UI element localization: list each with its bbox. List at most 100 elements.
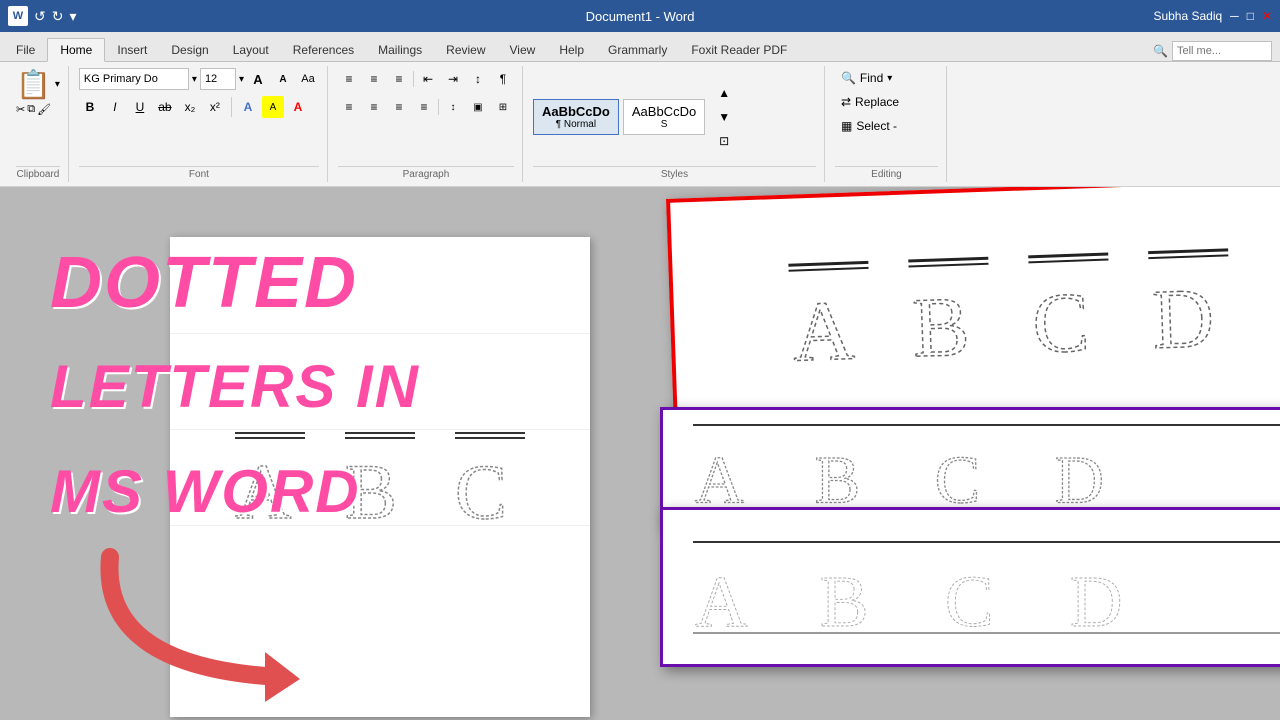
- top-B-svg: B: [909, 269, 992, 362]
- svg-text:D: D: [1055, 441, 1104, 504]
- increase-font-button[interactable]: A: [247, 68, 269, 90]
- find-dropdown-icon[interactable]: ▾: [887, 73, 892, 84]
- tell-me-input[interactable]: [1172, 41, 1272, 61]
- tab-references[interactable]: References: [281, 39, 366, 61]
- top-letter-D: D: [1148, 248, 1232, 353]
- main-content: A B: [0, 187, 1280, 720]
- mid-A-svg: A: [693, 434, 763, 504]
- font-color-button[interactable]: A: [287, 96, 309, 118]
- top-A-lines: [788, 261, 868, 272]
- clear-format-button[interactable]: Aa: [297, 68, 319, 90]
- svg-text:A: A: [235, 448, 291, 523]
- subscript-button[interactable]: x₂: [179, 96, 201, 118]
- top-D-line1: [1148, 248, 1228, 253]
- style-no-spacing[interactable]: AaBbCcDo S: [623, 99, 705, 135]
- top-line-C-1: [455, 432, 525, 434]
- letter-C-lines: [455, 432, 525, 439]
- svg-text:C: C: [455, 448, 507, 523]
- increase-indent-button[interactable]: ⇥: [442, 68, 464, 90]
- tab-foxit[interactable]: Foxit Reader PDF: [679, 39, 799, 61]
- tab-file[interactable]: File: [4, 39, 47, 61]
- borders-button[interactable]: ⊞: [492, 96, 514, 118]
- search-icon[interactable]: 🔍: [1153, 44, 1168, 58]
- styles-scroll-down[interactable]: ▼: [713, 106, 735, 128]
- font-size-dropdown-icon[interactable]: ▾: [239, 74, 244, 85]
- top-letter-C: C: [1028, 253, 1112, 358]
- copy-button[interactable]: ⧉: [27, 103, 35, 116]
- styles-group: AaBbCcDo ¶ Normal AaBbCcDo S ▲ ▼ ⊡ Sty: [525, 66, 825, 182]
- align-right-button[interactable]: ≡: [388, 96, 410, 118]
- bottom-content: A B C D: [663, 526, 1280, 649]
- bullets-button[interactable]: ≡: [338, 68, 360, 90]
- tab-home[interactable]: Home: [47, 38, 105, 62]
- close-button[interactable]: ✕: [1262, 9, 1272, 23]
- underline-button[interactable]: U: [129, 96, 151, 118]
- replace-button[interactable]: ⇄ Replace: [835, 92, 905, 112]
- tab-review[interactable]: Review: [434, 39, 497, 61]
- shading-button[interactable]: ▣: [467, 96, 489, 118]
- top-line-A-1: [235, 432, 305, 434]
- letter-B-container: B: [340, 432, 420, 523]
- bottom-letters: A B C D: [693, 553, 1280, 628]
- strikethrough-button[interactable]: ab: [154, 96, 176, 118]
- title-bar: W ↺ ↻ ▾ Document1 - Word Subha Sadiq ─ □…: [0, 0, 1280, 32]
- clipboard-group: 📋 ▾ ✂ ⧉ 🖌 Clipboard: [8, 66, 69, 182]
- redo-icon[interactable]: ↻: [52, 8, 64, 25]
- tab-view[interactable]: View: [498, 39, 548, 61]
- justify-button[interactable]: ≡: [413, 96, 435, 118]
- para-divider2: [438, 99, 439, 115]
- decrease-font-button[interactable]: A: [272, 68, 294, 90]
- find-label: Find: [860, 71, 883, 85]
- align-center-button[interactable]: ≡: [363, 96, 385, 118]
- show-hide-button[interactable]: ¶: [492, 68, 514, 90]
- font-name-input[interactable]: [79, 68, 189, 90]
- styles-more[interactable]: ⊡: [713, 130, 735, 152]
- tab-mailings[interactable]: Mailings: [366, 39, 434, 61]
- styles-scroll-up[interactable]: ▲: [713, 82, 735, 104]
- sort-button[interactable]: ↕: [467, 68, 489, 90]
- tab-grammarly[interactable]: Grammarly: [596, 39, 679, 61]
- superscript-button[interactable]: x²: [204, 96, 226, 118]
- text-effect-button[interactable]: A: [237, 96, 259, 118]
- mid-line1: [693, 424, 1280, 426]
- letter-A-container: A: [230, 432, 310, 523]
- clipboard-label: Clipboard: [16, 166, 60, 180]
- cut-button[interactable]: ✂: [16, 103, 25, 116]
- minimize-button[interactable]: ─: [1230, 9, 1239, 23]
- bottom-line1: [693, 541, 1280, 543]
- find-button[interactable]: 🔍 Find ▾: [835, 68, 898, 88]
- quick-access-dropdown[interactable]: ▾: [69, 8, 76, 25]
- decrease-indent-button[interactable]: ⇤: [417, 68, 439, 90]
- svg-text:A: A: [791, 283, 856, 365]
- italic-button[interactable]: I: [104, 96, 126, 118]
- svg-text:B: B: [815, 441, 861, 504]
- align-left-button[interactable]: ≡: [338, 96, 360, 118]
- font-name-dropdown-icon[interactable]: ▾: [192, 74, 197, 85]
- mid-B-svg: B: [813, 434, 883, 504]
- font-size-input[interactable]: [200, 68, 236, 90]
- svg-text:B: B: [345, 448, 397, 523]
- numbering-button[interactable]: ≡: [363, 68, 385, 90]
- tab-help[interactable]: Help: [547, 39, 596, 61]
- maximize-button[interactable]: □: [1247, 9, 1254, 23]
- bold-button[interactable]: B: [79, 96, 101, 118]
- ribbon-tabs: File Home Insert Design Layout Reference…: [0, 32, 1280, 62]
- paste-button[interactable]: 📋 ▾: [16, 68, 60, 101]
- highlight-button[interactable]: A: [262, 96, 284, 118]
- line-spacing-button[interactable]: ↕: [442, 96, 464, 118]
- style-normal[interactable]: AaBbCcDo ¶ Normal: [533, 99, 619, 135]
- multilevel-button[interactable]: ≡: [388, 68, 410, 90]
- tab-design[interactable]: Design: [159, 39, 220, 61]
- guide-line-3: [170, 525, 590, 526]
- top-line-C-2: [455, 437, 525, 439]
- top-D-lines: [1148, 248, 1228, 259]
- format-painter-button[interactable]: 🖌: [37, 103, 51, 116]
- tab-insert[interactable]: Insert: [105, 39, 159, 61]
- bottom-C-svg: C: [943, 553, 1018, 628]
- top-A-line1: [788, 261, 868, 266]
- select-button[interactable]: ▦ Select -: [835, 116, 903, 136]
- tab-layout[interactable]: Layout: [221, 39, 281, 61]
- undo-icon[interactable]: ↺: [34, 8, 46, 25]
- styles-label: Styles: [533, 166, 816, 180]
- left-panel: A B: [20, 207, 640, 720]
